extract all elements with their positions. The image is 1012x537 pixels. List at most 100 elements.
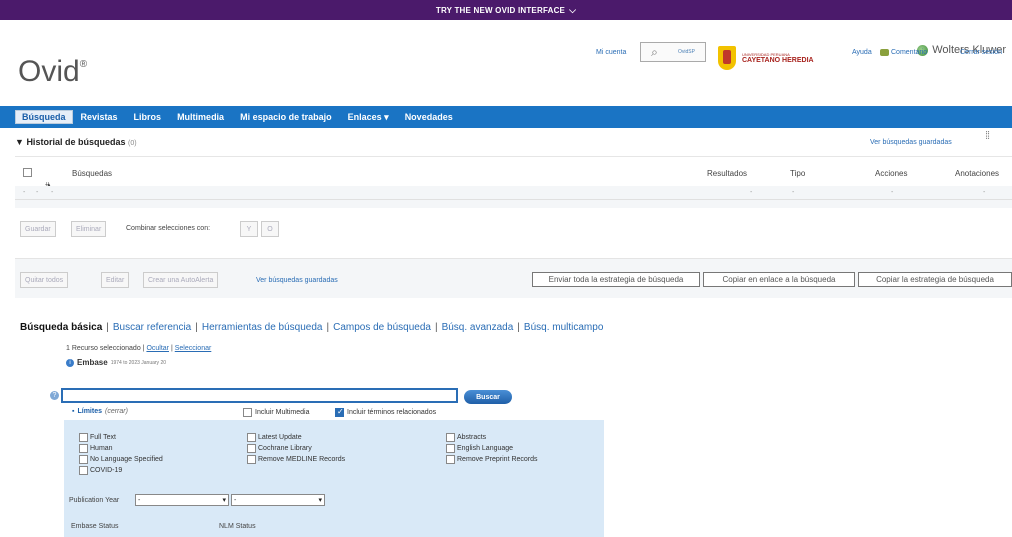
ayuda-link[interactable]: Ayuda [852, 49, 872, 56]
tab-buscar-referencia[interactable]: Buscar referencia [113, 322, 191, 333]
nav-enlaces-label: Enlaces [347, 111, 382, 122]
tab-campos[interactable]: Campos de búsqueda [333, 322, 431, 333]
select-all-checkbox[interactable] [23, 168, 32, 177]
limit-cochrane[interactable]: Cochrane Library [247, 444, 312, 453]
nav-mi-espacio[interactable]: Mi espacio de trabajo [232, 112, 340, 122]
copiar-enlace-button[interactable]: Copiar en enlace a la búsqueda [703, 272, 855, 287]
banner-text: TRY THE NEW OVID INTERFACE [435, 5, 566, 15]
comentario-link[interactable]: Comentario [880, 49, 927, 56]
database-entry: i Embase 1974 to 2023 January 20 [66, 358, 166, 367]
limit-covid[interactable]: COVID-19 [79, 466, 122, 475]
limit-latest-update[interactable]: Latest Update [247, 433, 302, 442]
tab-avanzada[interactable]: Búsq. avanzada [442, 322, 514, 333]
help-icon[interactable]: ? [50, 391, 59, 400]
nav-revistas[interactable]: Revistas [73, 112, 126, 122]
limit-human[interactable]: Human [79, 444, 113, 453]
checkbox[interactable] [79, 455, 88, 464]
checkbox[interactable] [79, 466, 88, 475]
crest-icon [718, 46, 736, 70]
incluir-terminos-option[interactable]: Incluir términos relacionados [335, 407, 437, 417]
year-from-select[interactable]: - ▾ [135, 494, 229, 506]
embase-status-label: Embase Status [71, 523, 119, 530]
eliminar-button[interactable]: Eliminar [71, 221, 107, 237]
year-to-value: - [234, 496, 237, 504]
limit-label: Remove MEDLINE Records [258, 456, 346, 463]
nav-busqueda[interactable]: Búsqueda [15, 110, 73, 124]
institution-name: CAYETANO HEREDIA [742, 56, 814, 64]
limit-no-language[interactable]: No Language Specified [79, 455, 163, 464]
limit-label: Full Text [90, 434, 116, 441]
institution-logo: UNIVERSIDAD PERUANA CAYETANO HEREDIA [718, 42, 840, 74]
database-range: 1974 to 2023 January 20 [110, 359, 167, 366]
checkbox[interactable] [79, 444, 88, 453]
nav-libros[interactable]: Libros [126, 112, 170, 122]
publication-year-label: Publication Year [69, 497, 120, 504]
nav-multimedia[interactable]: Multimedia [169, 112, 232, 122]
incluir-terminos-label: Incluir términos relacionados [347, 409, 437, 416]
nav-enlaces[interactable]: Enlaces ▾ [340, 112, 397, 123]
guardar-button[interactable]: Guardar [20, 221, 56, 237]
row-cell: - [792, 189, 795, 196]
crear-autoalerta-button[interactable]: Crear una AutoAlerta [143, 272, 219, 288]
ver-busquedas-guardadas-link[interactable]: Ver búsquedas guardadas [870, 139, 952, 146]
checkbox[interactable] [247, 455, 256, 464]
row-cell: - [891, 189, 894, 196]
limits-toggle[interactable]: ▪ Límites (cerrar) [72, 408, 128, 415]
limit-label: COVID-19 [90, 467, 123, 474]
limit-remove-preprint[interactable]: Remove Preprint Records [446, 455, 538, 464]
enviar-estrategia-button[interactable]: Enviar toda la estrategia de búsqueda [532, 272, 700, 287]
quitar-todos-button[interactable]: Quitar todos [20, 272, 69, 288]
nav-novedades[interactable]: Novedades [397, 112, 461, 122]
info-icon[interactable]: i [66, 358, 74, 367]
limit-full-text[interactable]: Full Text [79, 433, 116, 442]
buscar-button[interactable]: Buscar [464, 390, 512, 404]
checkbox[interactable] [446, 433, 455, 442]
combine-and-button[interactable]: Y [240, 221, 258, 237]
nlm-status-label: NLM Status [219, 523, 256, 530]
cerrar-sesion-link[interactable]: Cerrar sesión [960, 49, 1002, 56]
limit-english[interactable]: English Language [446, 444, 513, 453]
copiar-estrategia-button[interactable]: Copiar la estrategia de búsqueda [858, 272, 1012, 287]
recurso-seleccionado: 1 Recurso seleccionado | [66, 345, 145, 352]
new-interface-banner[interactable]: TRY THE NEW OVID INTERFACE ⌵ [0, 0, 1012, 20]
drag-handle-icon[interactable]: ⁞⁞ [985, 131, 990, 142]
mi-cuenta-link[interactable]: Mi cuenta [596, 49, 626, 56]
ocultar-link[interactable]: Ocultar [146, 345, 169, 352]
checkbox[interactable] [247, 433, 256, 442]
history-toggle[interactable]: ▼ Historial de búsquedas (0) [15, 137, 137, 147]
checkbox[interactable] [446, 455, 455, 464]
history-title: Historial de búsquedas [26, 137, 126, 147]
incluir-multimedia-checkbox[interactable] [243, 408, 252, 417]
table-row: - - - - - - - [15, 186, 1012, 200]
limit-label: Latest Update [258, 434, 302, 441]
row-cell: - [983, 189, 986, 196]
table-header: # ▲ Búsquedas Resultados Tipo Acciones A… [15, 156, 1012, 190]
limit-remove-medline[interactable]: Remove MEDLINE Records [247, 455, 345, 464]
editar-button[interactable]: Editar [101, 272, 130, 288]
limits-cerrar: (cerrar) [105, 408, 128, 415]
chevron-down-icon: ▾ [222, 497, 226, 504]
combine-or-button[interactable]: O [261, 221, 279, 237]
seleccionar-link[interactable]: Seleccionar [175, 345, 212, 352]
year-to-select[interactable]: - ▾ [231, 494, 325, 506]
ovidsp-logo: ⌕ OvidSP [640, 42, 706, 62]
col-tipo: Tipo [790, 169, 806, 178]
database-name: Embase [77, 358, 108, 367]
ovid-logo[interactable]: Ovid® [18, 55, 87, 89]
ver-guardadas-link-2[interactable]: Ver búsquedas guardadas [256, 277, 338, 284]
search-input[interactable] [61, 388, 458, 403]
checkbox[interactable] [247, 444, 256, 453]
limit-abstracts[interactable]: Abstracts [446, 433, 486, 442]
tab-busqueda-basica[interactable]: Búsqueda básica [20, 322, 102, 333]
comentario-label: Comentario [891, 49, 928, 56]
bullet-icon: ▪ [72, 408, 75, 415]
col-busquedas: Búsquedas [72, 169, 113, 178]
magnifier-icon: ⌕ [651, 44, 658, 59]
incluir-terminos-checkbox[interactable] [335, 407, 344, 417]
checkbox[interactable] [446, 444, 455, 453]
checkbox[interactable] [79, 433, 88, 442]
incluir-multimedia-option[interactable]: Incluir Multimedia [243, 408, 309, 417]
tab-herramientas[interactable]: Herramientas de búsqueda [202, 322, 323, 333]
col-resultados: Resultados [707, 169, 748, 178]
tab-multicampo[interactable]: Búsq. multicampo [524, 322, 603, 333]
